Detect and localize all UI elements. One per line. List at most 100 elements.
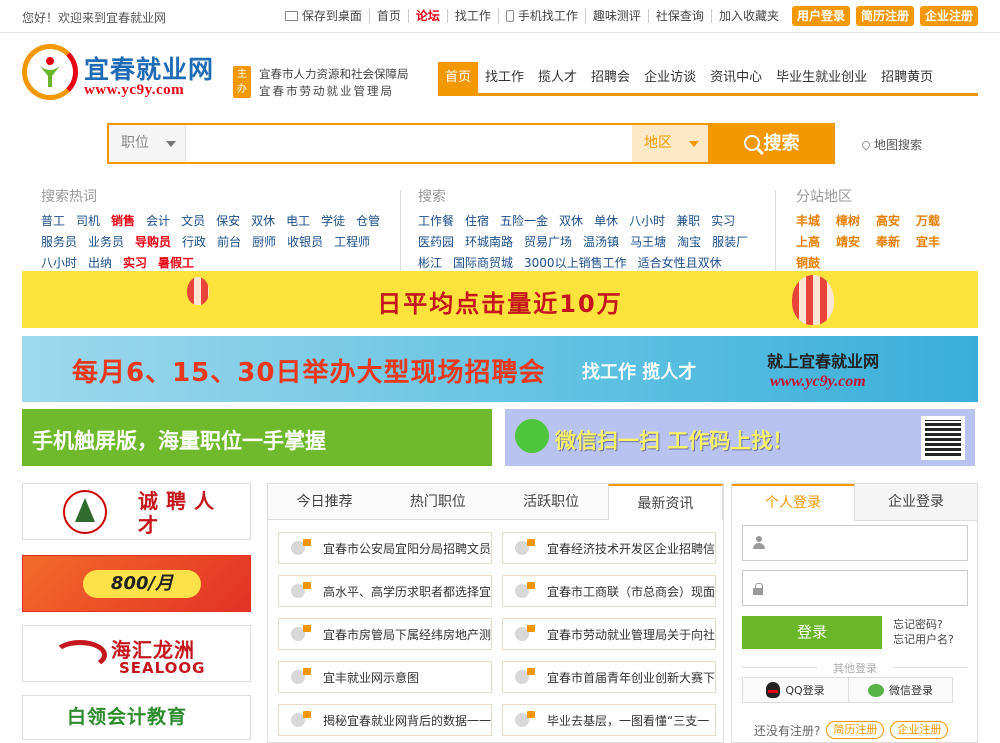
keyword-link[interactable]: 单休 xyxy=(594,214,618,228)
keyword-link[interactable]: 工作餐 xyxy=(418,214,454,228)
search-input[interactable] xyxy=(187,125,632,162)
news-item[interactable]: 揭秘宜春就业网背后的数据一一 xyxy=(278,704,492,736)
keyword-link[interactable]: 靖安 xyxy=(836,235,860,249)
tab-company-login[interactable]: 企业登录 xyxy=(855,484,977,521)
keyword-link[interactable]: 业务员 xyxy=(88,235,124,249)
keyword-link[interactable]: 高安 xyxy=(876,214,900,228)
search-button[interactable]: 搜索 xyxy=(708,123,835,164)
nav-news-center[interactable]: 资讯中心 xyxy=(703,62,769,93)
nav-home[interactable]: 首页 xyxy=(438,62,479,93)
keyword-link[interactable]: 淘宝 xyxy=(677,235,701,249)
news-item[interactable]: 宜春市首届青年创业创新大赛下 xyxy=(502,661,716,693)
keyword-link[interactable]: 住宿 xyxy=(465,214,489,228)
keyword-link[interactable]: 铜鼓 xyxy=(796,256,820,270)
nav-interviews[interactable]: 企业访谈 xyxy=(637,62,703,93)
banner-mobile[interactable]: 手机触屏版，海量职位一手掌握 xyxy=(22,409,492,466)
qq-login-button[interactable]: QQ登录 xyxy=(742,677,849,703)
keyword-link[interactable]: 环城南路 xyxy=(465,235,513,249)
ad-sealoog[interactable]: 海汇龙洲 SEALOOG xyxy=(22,625,251,682)
news-item[interactable]: 宜丰就业网示意图 xyxy=(278,661,492,693)
keyword-link[interactable]: 行政 xyxy=(182,235,206,249)
keyword-link[interactable]: 贸易广场 xyxy=(524,235,572,249)
keyword-link[interactable]: 3000以上销售工作 xyxy=(524,256,627,270)
area-select[interactable]: 地区 xyxy=(632,125,708,162)
tab-today-recommend[interactable]: 今日推荐 xyxy=(268,484,381,519)
nav-graduates[interactable]: 毕业生就业创业 xyxy=(769,62,874,93)
password-input[interactable] xyxy=(743,571,967,605)
news-item[interactable]: 宜春市公安局宜阳分局招聘文员1 xyxy=(278,532,492,564)
resume-register-link[interactable]: 简历注册 xyxy=(826,721,885,739)
banner-wechat[interactable]: 微信扫一扫 工作码上找！ xyxy=(505,409,975,466)
keyword-link[interactable]: 奉新 xyxy=(876,235,900,249)
keyword-link[interactable]: 马王塘 xyxy=(630,235,666,249)
tab-latest-news[interactable]: 最新资讯 xyxy=(607,484,723,520)
ad-salary[interactable]: 800/月 xyxy=(22,555,251,612)
ad-regforest[interactable]: 诚聘人才 xyxy=(22,483,251,540)
nav-recruit[interactable]: 揽人才 xyxy=(531,62,584,93)
news-item[interactable]: 宜春经济技术开发区企业招聘信 xyxy=(502,532,716,564)
keyword-link[interactable]: 暑假工 xyxy=(158,256,194,270)
nav-job-fair[interactable]: 招聘会 xyxy=(584,62,637,93)
keyword-link[interactable]: 会计 xyxy=(146,214,170,228)
keyword-link[interactable]: 兼职 xyxy=(676,214,700,228)
keyword-link[interactable]: 保安 xyxy=(216,214,240,228)
add-favorite-link[interactable]: 加入收藏夹 xyxy=(712,9,786,23)
news-item[interactable]: 高水平、高学历求职者都选择宜 xyxy=(278,575,492,607)
keyword-link[interactable]: 导购员 xyxy=(135,235,171,249)
search-type-select[interactable]: 职位 xyxy=(109,125,186,162)
map-search-link[interactable]: 地图搜索 xyxy=(860,136,922,153)
forgot-password-link[interactable]: 忘记密码? xyxy=(893,617,954,632)
news-item[interactable]: 宜春市工商联（市总商会）现面 xyxy=(502,575,716,607)
home-link[interactable]: 首页 xyxy=(370,9,409,23)
keyword-link[interactable]: 宜丰 xyxy=(916,235,940,249)
site-logo[interactable]: 宜春就业网 www.yc9y.com xyxy=(22,44,232,102)
keyword-link[interactable]: 温汤镇 xyxy=(583,235,619,249)
resume-register-button[interactable]: 简历注册 xyxy=(855,6,914,26)
keyword-link[interactable]: 收银员 xyxy=(287,235,323,249)
keyword-link[interactable]: 厨师 xyxy=(252,235,276,249)
tab-active-jobs[interactable]: 活跃职位 xyxy=(495,484,608,519)
mobile-job-link[interactable]: 手机找工作 xyxy=(499,9,586,23)
keyword-link[interactable]: 服装厂 xyxy=(712,235,748,249)
keyword-link[interactable]: 适合女性且双休 xyxy=(638,256,722,270)
keyword-link[interactable]: 八小时 xyxy=(629,214,665,228)
keyword-link[interactable]: 彬江 xyxy=(418,256,442,270)
keyword-link[interactable]: 实习 xyxy=(711,214,735,228)
username-input[interactable] xyxy=(743,526,967,560)
keyword-link[interactable]: 司机 xyxy=(76,214,100,228)
tab-personal-login[interactable]: 个人登录 xyxy=(732,484,855,521)
tab-hot-jobs[interactable]: 热门职位 xyxy=(381,484,494,519)
keyword-link[interactable]: 五险一金 xyxy=(500,214,548,228)
nav-find-job[interactable]: 找工作 xyxy=(478,62,531,93)
keyword-link[interactable]: 服务员 xyxy=(41,235,77,249)
keyword-link[interactable]: 丰城 xyxy=(796,214,820,228)
keyword-link[interactable]: 万载 xyxy=(916,214,940,228)
keyword-link[interactable]: 文员 xyxy=(181,214,205,228)
keyword-link[interactable]: 销售 xyxy=(111,214,135,228)
news-item[interactable]: 宜春市房管局下属经纬房地产测 xyxy=(278,618,492,650)
keyword-link[interactable]: 前台 xyxy=(217,235,241,249)
keyword-link[interactable]: 学徒 xyxy=(321,214,345,228)
keyword-link[interactable]: 医药园 xyxy=(418,235,454,249)
social-security-link[interactable]: 社保查询 xyxy=(649,9,712,23)
company-register-button[interactable]: 企业注册 xyxy=(919,6,978,26)
keyword-link[interactable]: 双休 xyxy=(251,214,275,228)
user-login-button[interactable]: 用户登录 xyxy=(791,6,850,26)
wechat-login-button[interactable]: 微信登录 xyxy=(848,677,953,703)
keyword-link[interactable]: 工程师 xyxy=(334,235,370,249)
company-register-link[interactable]: 企业注册 xyxy=(890,721,949,739)
banner-job-fair[interactable]: 每月6、15、30日举办大型现场招聘会 找工作 揽人才 就上宜春就业网 www.… xyxy=(22,336,978,402)
keyword-link[interactable]: 双休 xyxy=(559,214,583,228)
keyword-link[interactable]: 国际商贸城 xyxy=(453,256,513,270)
nav-yellow-pages[interactable]: 招聘黄页 xyxy=(874,62,940,93)
keyword-link[interactable]: 普工 xyxy=(41,214,65,228)
keyword-link[interactable]: 上高 xyxy=(796,235,820,249)
news-item[interactable]: 宜春市劳动就业管理局关于向社 xyxy=(502,618,716,650)
keyword-link[interactable]: 电工 xyxy=(286,214,310,228)
save-to-desktop-link[interactable]: 保存到桌面 xyxy=(278,9,370,23)
ad-accounting[interactable]: 白领会计教育 xyxy=(22,695,251,740)
keyword-link[interactable]: 八小时 xyxy=(41,256,77,270)
banner-clicks[interactable]: 日平均点击量近10万 xyxy=(22,271,978,328)
login-button[interactable]: 登录 xyxy=(742,616,882,649)
find-job-link[interactable]: 找工作 xyxy=(448,9,499,23)
